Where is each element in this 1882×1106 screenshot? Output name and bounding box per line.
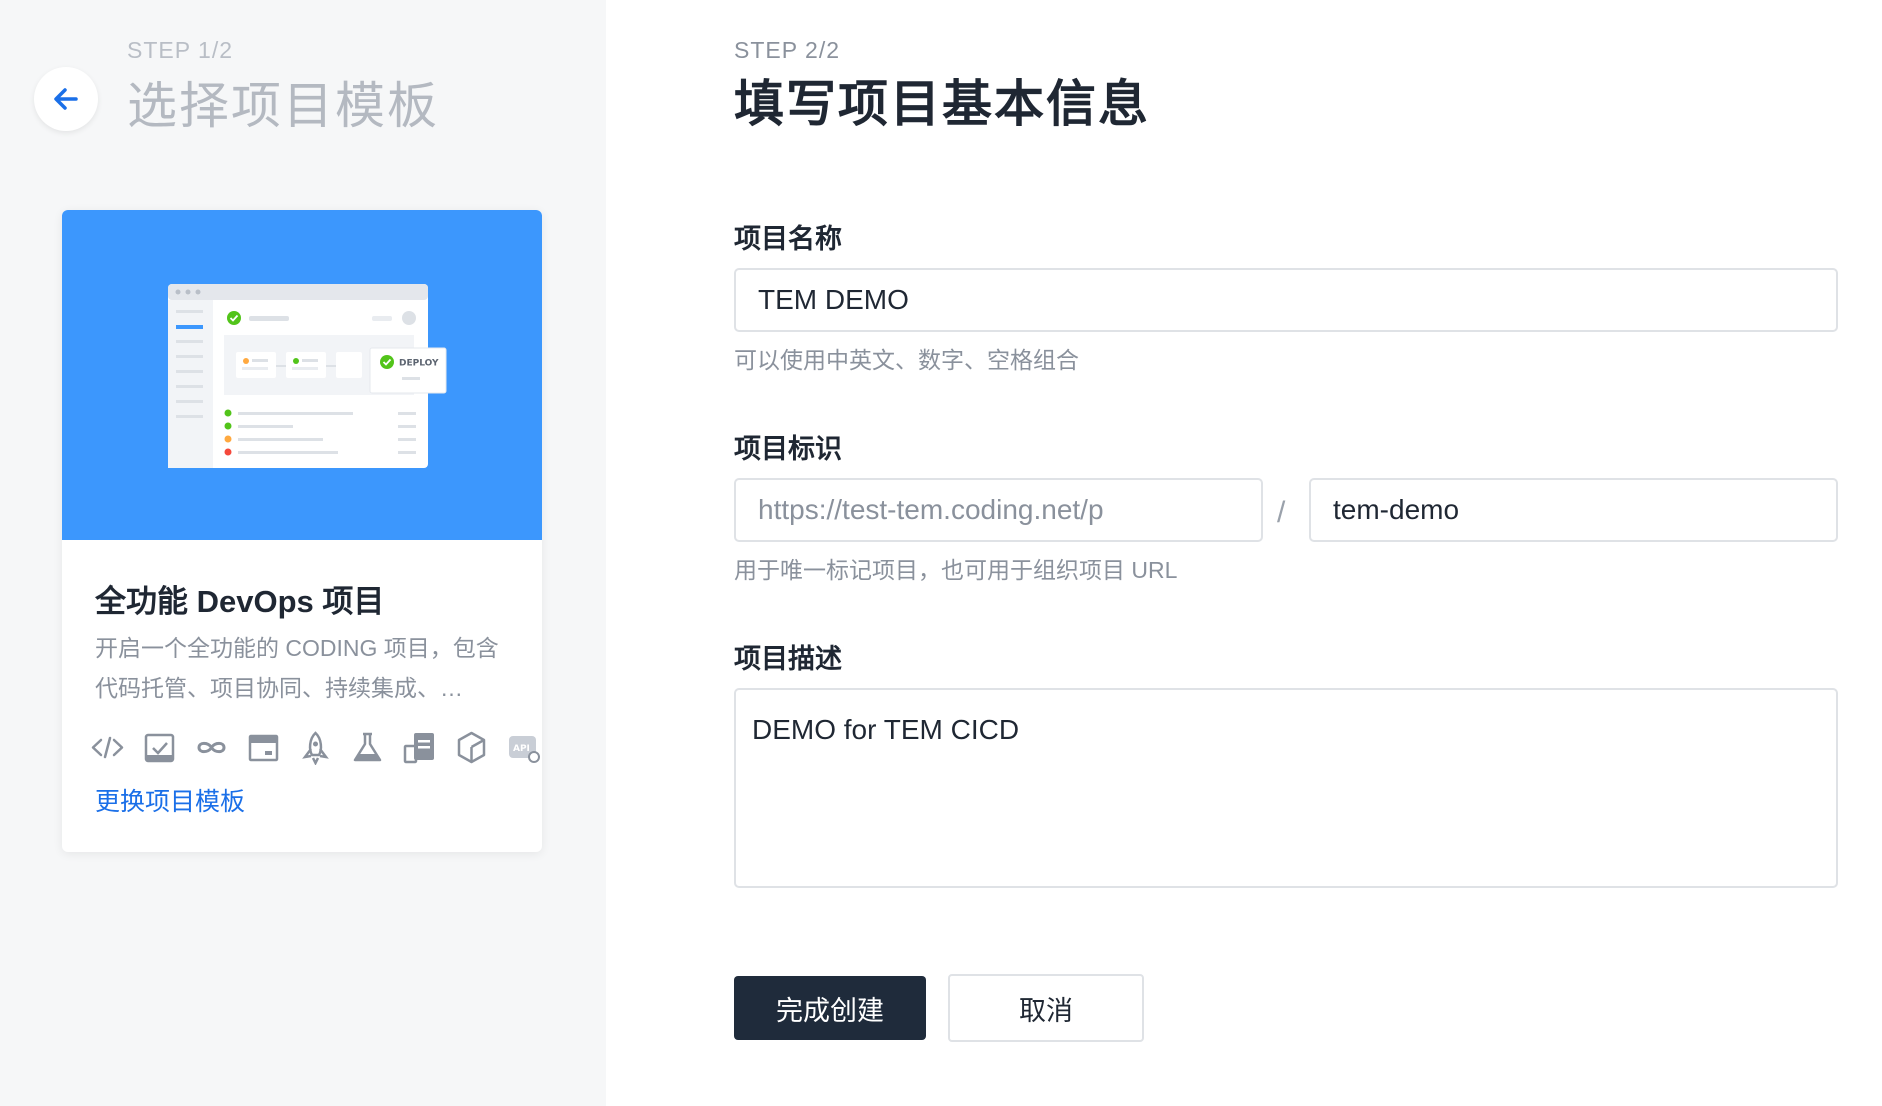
project-description-textarea[interactable]: DEMO for TEM CICD [734, 688, 1838, 888]
step2-title: 填写项目基本信息 [734, 76, 1150, 132]
artifact-icon [246, 730, 281, 765]
package-icon [454, 730, 489, 765]
api-icon: API [506, 730, 541, 765]
template-preview-banner: DEPLOY [62, 210, 542, 540]
arrow-left-icon [54, 88, 78, 110]
test-flask-icon [350, 730, 385, 765]
template-preview-illustration: DEPLOY [168, 284, 447, 468]
create-project-button[interactable]: 完成创建 [734, 976, 926, 1040]
template-title: 全功能 DevOps 项目 [95, 584, 385, 619]
project-name-hint: 可以使用中英文、数字、空格组合 [734, 347, 1079, 373]
cancel-button[interactable]: 取消 [948, 974, 1144, 1042]
project-identifier-label: 项目标识 [734, 434, 842, 464]
rocket-icon [298, 730, 333, 766]
template-card: DEPLOY 全功能 DevOps 项目 开启一个全功能的 CODING 项目，… [62, 210, 542, 852]
step2-label: STEP 2/2 [734, 37, 841, 63]
project-description-label: 项目描述 [734, 644, 842, 674]
task-check-icon [142, 730, 177, 765]
project-identifier-hint: 用于唯一标记项目，也可用于组织项目 URL [734, 557, 1178, 583]
template-description: 开启一个全功能的 CODING 项目，包含代码托管、项目协同、持续集成、… [95, 635, 499, 701]
url-separator: / [1277, 496, 1286, 529]
step1-label: STEP 1/2 [127, 37, 234, 63]
step1-panel: STEP 1/2 选择项目模板 DEPLOY 全功能 DevOps 项目 开启一… [0, 0, 606, 1106]
code-icon [90, 730, 125, 765]
project-identifier-input[interactable] [1309, 478, 1838, 542]
back-button[interactable] [34, 67, 98, 131]
project-name-label: 项目名称 [734, 224, 842, 254]
docs-icon [402, 730, 437, 765]
infinity-icon [194, 730, 229, 765]
change-template-link[interactable]: 更换项目模板 [95, 782, 245, 818]
template-feature-icons: API [90, 728, 541, 766]
step1-title: 选择项目模板 [127, 78, 439, 134]
project-url-prefix-field [734, 478, 1263, 542]
deploy-badge: DEPLOY [399, 359, 439, 369]
project-name-input[interactable] [734, 268, 1838, 332]
svg-text:API: API [513, 744, 530, 754]
